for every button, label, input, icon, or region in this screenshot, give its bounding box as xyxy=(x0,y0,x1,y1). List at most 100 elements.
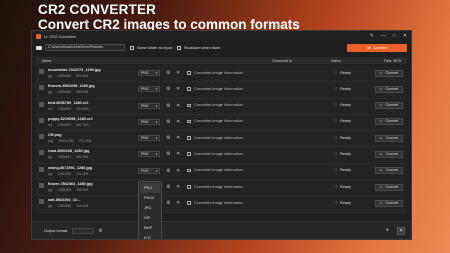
table-row[interactable]: flowers-8691698_1280.jpg jpg 1280x853 38… xyxy=(36,82,407,99)
row-format-select[interactable]: PNG ▾ xyxy=(138,118,160,125)
minimize-icon[interactable]: — xyxy=(381,33,386,39)
file-dimensions: 1280x853 xyxy=(57,188,72,193)
row-convert-button[interactable]: ▷ Convert xyxy=(375,102,403,110)
clear-list-button[interactable]: ✕ xyxy=(397,226,405,235)
gear-icon[interactable]: ⚙ xyxy=(166,200,170,206)
dropdown-option[interactable]: GIF xyxy=(140,213,160,223)
row-format-select[interactable]: PNG ▾ xyxy=(138,135,160,142)
output-format-select[interactable] xyxy=(72,227,95,234)
table-row[interactable]: poppy-8210898_1280.cr2 cr2 1280x853 282.… xyxy=(36,114,407,132)
remove-icon[interactable]: ✕ xyxy=(176,151,180,157)
file-type: png xyxy=(48,139,54,144)
table-row[interactable]: bird-8036789_1280.cr2 cr2 1280x853 154.8… xyxy=(36,98,407,115)
checkbox-box[interactable] xyxy=(176,45,181,50)
status-text: Ready xyxy=(340,135,352,140)
gear-icon[interactable]: ⚙ xyxy=(166,119,170,125)
same-folder-checkbox[interactable]: Same folder as input xyxy=(130,45,172,50)
folder-icon[interactable] xyxy=(36,45,42,50)
output-path-input[interactable]: C:\Users\thoaih\OneDrive\Pictures xyxy=(45,44,125,51)
row-format-select[interactable]: PNG ▾ xyxy=(138,151,160,158)
maximize-icon[interactable]: □ xyxy=(393,33,396,39)
play-icon: ▷ xyxy=(379,86,383,91)
status-badge: 🗌 Ready xyxy=(334,71,351,77)
gear-icon[interactable]: ⚙ xyxy=(166,86,170,92)
window-title: LL CR2 Converter xyxy=(44,33,77,39)
row-convert-button[interactable]: ▷ Convert xyxy=(375,199,403,207)
status-text: Ready xyxy=(340,103,352,108)
gear-icon[interactable]: ⚙ xyxy=(166,184,170,190)
bottom-bar: Output format ⚙ + ✕ xyxy=(32,221,411,239)
table-row[interactable]: salt-8922392_12... jpg 1280x853 244.0KB … xyxy=(36,196,407,213)
row-format-select[interactable]: PNG ▾ xyxy=(138,86,160,93)
file-meta: png 1920x1080 573.2KB xyxy=(48,139,95,143)
remove-icon[interactable]: ✕ xyxy=(176,103,180,109)
window-controls: ✎ — □ ✕ xyxy=(370,33,407,39)
gear-icon[interactable]: ⚙ xyxy=(98,228,102,234)
file-dimensions: 1280x857 xyxy=(57,155,72,160)
row-convert-button[interactable]: ▷ Convert xyxy=(375,118,403,126)
image-icon xyxy=(187,152,191,156)
edit-icon[interactable]: ✎ xyxy=(370,33,374,39)
status-badge: 🗌 Ready xyxy=(334,201,351,207)
file-name: bird-8036789_1280.cr2 xyxy=(48,100,89,105)
file-type: jpg xyxy=(48,188,53,193)
table-row[interactable]: mountains-7242272_1280.jpg jpg 1280x853 … xyxy=(36,66,407,83)
row-convert-label: Convert xyxy=(385,103,399,108)
table-row[interactable]: swing-8672591_1280.jpg jpg 1280x853 231.… xyxy=(36,163,407,181)
remove-icon[interactable]: ✕ xyxy=(176,184,180,190)
gear-icon[interactable]: ⚙ xyxy=(166,151,170,157)
row-format-select[interactable]: PNG ▾ xyxy=(138,102,160,109)
remove-icon[interactable]: ✕ xyxy=(176,135,180,141)
image-icon xyxy=(187,103,191,108)
image-thumbnail xyxy=(39,150,44,156)
file-type: cr2 xyxy=(48,122,53,127)
row-convert-button[interactable]: ▷ Convert xyxy=(375,183,403,191)
remove-icon[interactable]: ✕ xyxy=(176,168,180,174)
checkbox-box[interactable] xyxy=(130,45,134,50)
row-format-select[interactable]: PNG ▾ xyxy=(138,167,160,174)
close-icon[interactable]: ✕ xyxy=(403,33,407,39)
row-convert-label: Convert xyxy=(385,168,399,173)
row-convert-button[interactable]: ▷ Convert xyxy=(375,85,403,93)
converted-info: Converted image information xyxy=(194,119,243,124)
row-convert-button[interactable]: ▷ Convert xyxy=(375,167,403,175)
play-icon: ▷ xyxy=(379,103,383,108)
dropdown-option[interactable]: PNG8 xyxy=(140,193,160,203)
add-files-button[interactable]: + xyxy=(385,228,389,234)
dropdown-option[interactable]: BMP xyxy=(140,223,160,233)
table-row[interactable]: CR.png png 1920x1080 573.2KB PNG ▾ ⚙ ✕ C… xyxy=(36,131,407,148)
image-thumbnail xyxy=(39,134,44,140)
image-thumbnail xyxy=(39,166,44,172)
file-meta: jpg 1280x853 389.6KB xyxy=(48,90,92,94)
converted-info: Converted image information xyxy=(194,135,243,140)
file-name: road-8891168_1280.jpg xyxy=(48,149,90,154)
col-name[interactable]: Name xyxy=(42,59,51,63)
gear-icon[interactable]: ⚙ xyxy=(166,103,170,109)
remove-icon[interactable]: ✕ xyxy=(176,70,180,76)
convert-all-button[interactable]: ⇄ Convert xyxy=(347,43,407,52)
format-dropdown[interactable]: PNG PNG8 JPG GIF BMP ICO xyxy=(138,181,162,239)
dropdown-option[interactable]: JPG xyxy=(140,203,160,213)
remove-icon[interactable]: ✕ xyxy=(176,86,180,92)
convert-icon: ⇄ xyxy=(367,45,371,50)
hero-heading: CR2 CONVERTER Convert CR2 images to comm… xyxy=(38,3,300,31)
remove-icon[interactable]: ✕ xyxy=(176,119,180,125)
shutdown-checkbox[interactable]: Shutdown when done xyxy=(176,45,220,50)
status-text: Ready xyxy=(340,119,352,124)
table-row[interactable]: flower-7862364_1280.jpg jpg 1280x853 198… xyxy=(36,180,407,197)
file-dimensions: 1920x1080 xyxy=(58,139,74,144)
row-format-select[interactable]: PNG ▾ xyxy=(138,70,160,76)
table-row[interactable]: road-8891168_1280.jpg jpg 1280x857 361.2… xyxy=(36,147,407,164)
status-badge: 🗌 Ready xyxy=(334,87,351,93)
gear-icon[interactable]: ⚙ xyxy=(166,70,170,76)
dropdown-option[interactable]: ICO xyxy=(140,233,160,239)
row-convert-button[interactable]: ▷ Convert xyxy=(375,69,403,77)
status-badge: 🗌 Ready xyxy=(334,168,351,174)
row-convert-button[interactable]: ▷ Convert xyxy=(375,134,403,142)
row-format-value: PNG xyxy=(141,152,149,157)
gear-icon[interactable]: ⚙ xyxy=(166,135,170,141)
remove-icon[interactable]: ✕ xyxy=(176,200,180,206)
gear-icon[interactable]: ⚙ xyxy=(166,168,170,174)
dropdown-option[interactable]: PNG xyxy=(140,183,160,193)
row-convert-button[interactable]: ▷ Convert xyxy=(375,150,403,158)
